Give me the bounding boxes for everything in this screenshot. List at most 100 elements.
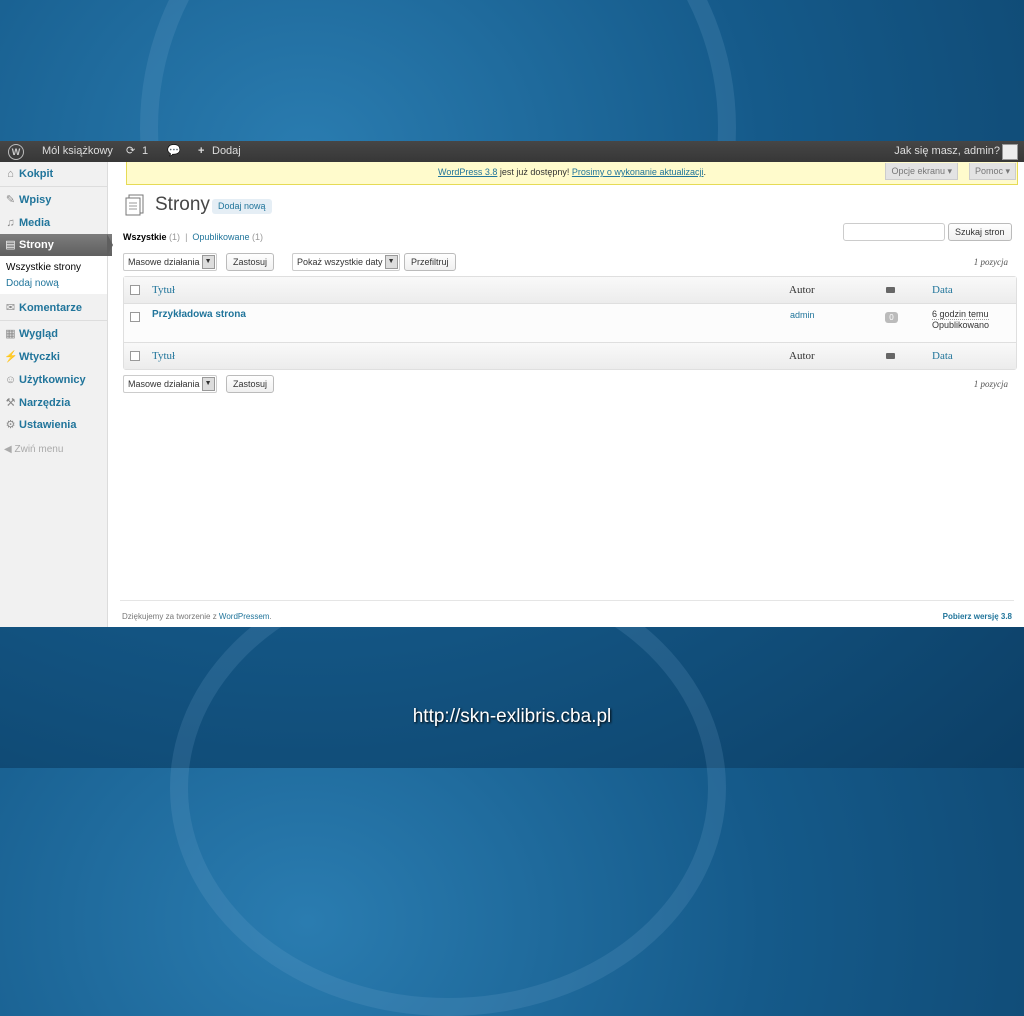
users-icon: ☺ (4, 374, 17, 386)
version-link[interactable]: WordPress 3.8 (438, 167, 497, 177)
sidebar-item-label: Wygląd (19, 328, 58, 340)
bulk-actions-value: Masowe działania (128, 379, 200, 389)
column-author: Autor (789, 350, 815, 362)
sidebar-item-plugins[interactable]: ⚡Wtyczki (0, 346, 107, 368)
column-title[interactable]: Tytuł (152, 350, 175, 362)
admin-sidebar: ⌂ Kokpit ✎ Wpisy ♫ Media ▤ Strony Wszystkie … (0, 162, 112, 627)
comments-icon[interactable]: 💬 (167, 141, 181, 162)
footer-period: . (269, 612, 272, 621)
updates-icon[interactable]: ⟳ (126, 141, 135, 162)
comments-column-icon (886, 353, 895, 359)
update-link[interactable]: Prosimy o wykonanie aktualizacji (572, 167, 704, 177)
row-checkbox[interactable] (130, 312, 140, 322)
sidebar-item-tools[interactable]: ⚒ Narzędzia (0, 392, 107, 414)
slide-url: http://skn-exlibris.cba.pl (412, 706, 612, 727)
plus-icon[interactable]: + (198, 141, 204, 162)
sidebar-item-label: Strony (19, 239, 54, 251)
help-button[interactable]: Pomoc ▾ (968, 163, 1016, 180)
notice-period: . (703, 167, 706, 177)
column-author: Autor (789, 284, 815, 296)
apply-button-bottom[interactable]: Zastosuj (226, 375, 275, 393)
table-header: Tytuł Autor Data (124, 277, 1016, 304)
table-row: Przykładowa strona admin 0 6 godzin temu… (124, 304, 1016, 342)
comments-icon: ✉ (5, 302, 16, 314)
collapse-arrow-icon: ◀ (4, 444, 12, 455)
sidebar-item-label: Ustawienia (19, 419, 77, 431)
menu-separator (0, 320, 107, 321)
column-date[interactable]: Data (932, 350, 953, 362)
date-value: 6 godzin temu (932, 309, 989, 320)
bulk-actions-select-bottom[interactable]: Masowe działania ▼ (123, 375, 217, 393)
screen-options-button[interactable]: Opcje ekranu ▾ (885, 163, 958, 180)
filter-all-count: (1) (169, 232, 181, 242)
filter-separator: | (185, 232, 188, 242)
page-title-link[interactable]: Przykładowa strona (152, 309, 246, 320)
submenu-add-new[interactable]: Dodaj nową (6, 278, 59, 289)
footer-thanks-text: Dziękujemy za tworzenie z (122, 612, 219, 621)
chevron-down-icon: ▼ (201, 255, 215, 269)
sidebar-item-label: Wpisy (19, 194, 52, 206)
background-circle (170, 560, 726, 1016)
status-filter: Wszystkie (1) | Opublikowane (1) (123, 232, 263, 242)
filter-all[interactable]: Wszystkie (123, 232, 167, 242)
home-icon: ⌂ (7, 168, 14, 180)
select-all-checkbox[interactable] (130, 351, 140, 361)
date-filter-value: Pokaż wszystkie daty (297, 257, 383, 267)
apply-button[interactable]: Zastosuj (226, 253, 275, 271)
search-input[interactable] (843, 223, 945, 241)
filter-button[interactable]: Przefiltruj (404, 253, 456, 271)
comment-count-badge[interactable]: 0 (885, 312, 898, 323)
sidebar-item-label: Wtyczki (19, 351, 60, 363)
sidebar-item-settings[interactable]: ⚙ Ustawienia (0, 414, 107, 436)
pages-table: Tytuł Autor Data Przykładowa strona admi… (123, 276, 1017, 370)
collapse-label: Zwiń menu (14, 444, 64, 455)
menu-separator (0, 186, 107, 187)
filter-published[interactable]: Opublikowane (192, 232, 249, 242)
collapse-menu-button[interactable]: ◀ Zwiń menu (4, 444, 63, 455)
updates-count[interactable]: 1 (142, 141, 148, 162)
wordpress-logo-icon[interactable]: W (8, 144, 24, 160)
sidebar-item-appearance[interactable]: ▦ Wygląd (0, 323, 107, 345)
sidebar-item-users[interactable]: ☺ Użytkownicy (0, 369, 107, 391)
plugins-icon: ⚡ (4, 351, 18, 363)
page-title: Strony (155, 194, 210, 215)
sidebar-item-label: Kokpit (19, 168, 54, 180)
sidebar-item-pages[interactable]: ▤ Strony (0, 234, 112, 256)
sidebar-item-label: Komentarze (19, 302, 82, 314)
comments-column-icon (886, 287, 895, 293)
add-new-page-button[interactable]: Dodaj nową (212, 199, 272, 214)
column-title[interactable]: Tytuł (152, 284, 175, 296)
chevron-down-icon: ▼ (384, 255, 398, 269)
select-all-checkbox[interactable] (130, 285, 140, 295)
search-pages-button[interactable]: Szukaj stron (948, 223, 1012, 241)
sidebar-item-label: Narzędzia (19, 397, 71, 409)
author-link[interactable]: admin (790, 310, 815, 320)
pages-submenu: Wszystkie strony Dodaj nową (0, 256, 107, 294)
column-date[interactable]: Data (932, 284, 953, 296)
active-menu-arrow (107, 234, 113, 256)
chevron-down-icon: ▼ (201, 377, 215, 391)
new-content-link[interactable]: Dodaj (212, 141, 241, 162)
settings-icon: ⚙ (5, 419, 16, 431)
status-value: Opublikowano (932, 320, 990, 330)
get-version-link[interactable]: Pobierz wersję 3.8 (943, 612, 1012, 621)
submenu-all-pages[interactable]: Wszystkie strony (6, 262, 81, 273)
sidebar-item-media[interactable]: ♫ Media (0, 212, 107, 234)
date-filter-select[interactable]: Pokaż wszystkie daty ▼ (292, 253, 400, 271)
sidebar-item-posts[interactable]: ✎ Wpisy (0, 189, 107, 211)
account-greeting[interactable]: Jak się masz, admin? (894, 141, 1000, 162)
bulk-actions-select[interactable]: Masowe działania ▼ (123, 253, 217, 271)
pin-icon: ✎ (5, 194, 16, 206)
bulk-actions-value: Masowe działania (128, 257, 200, 267)
sidebar-item-dashboard[interactable]: ⌂ Kokpit (0, 163, 107, 185)
site-name-link[interactable]: Mól książkowy (42, 141, 113, 162)
sidebar-item-label: Użytkownicy (19, 374, 86, 386)
wordpress-link[interactable]: WordPressem (219, 612, 270, 621)
footer-thanks: Dziękujemy za tworzenie z WordPressem. (122, 612, 272, 621)
sidebar-item-comments[interactable]: ✉ Komentarze (0, 297, 107, 319)
item-count: 1 pozycja (973, 257, 1008, 267)
tools-icon: ⚒ (5, 397, 16, 409)
update-notice: WordPress 3.8 jest już dostępny! Prosimy… (126, 162, 1018, 185)
avatar[interactable] (1002, 144, 1018, 160)
sidebar-item-label: Media (19, 217, 51, 229)
